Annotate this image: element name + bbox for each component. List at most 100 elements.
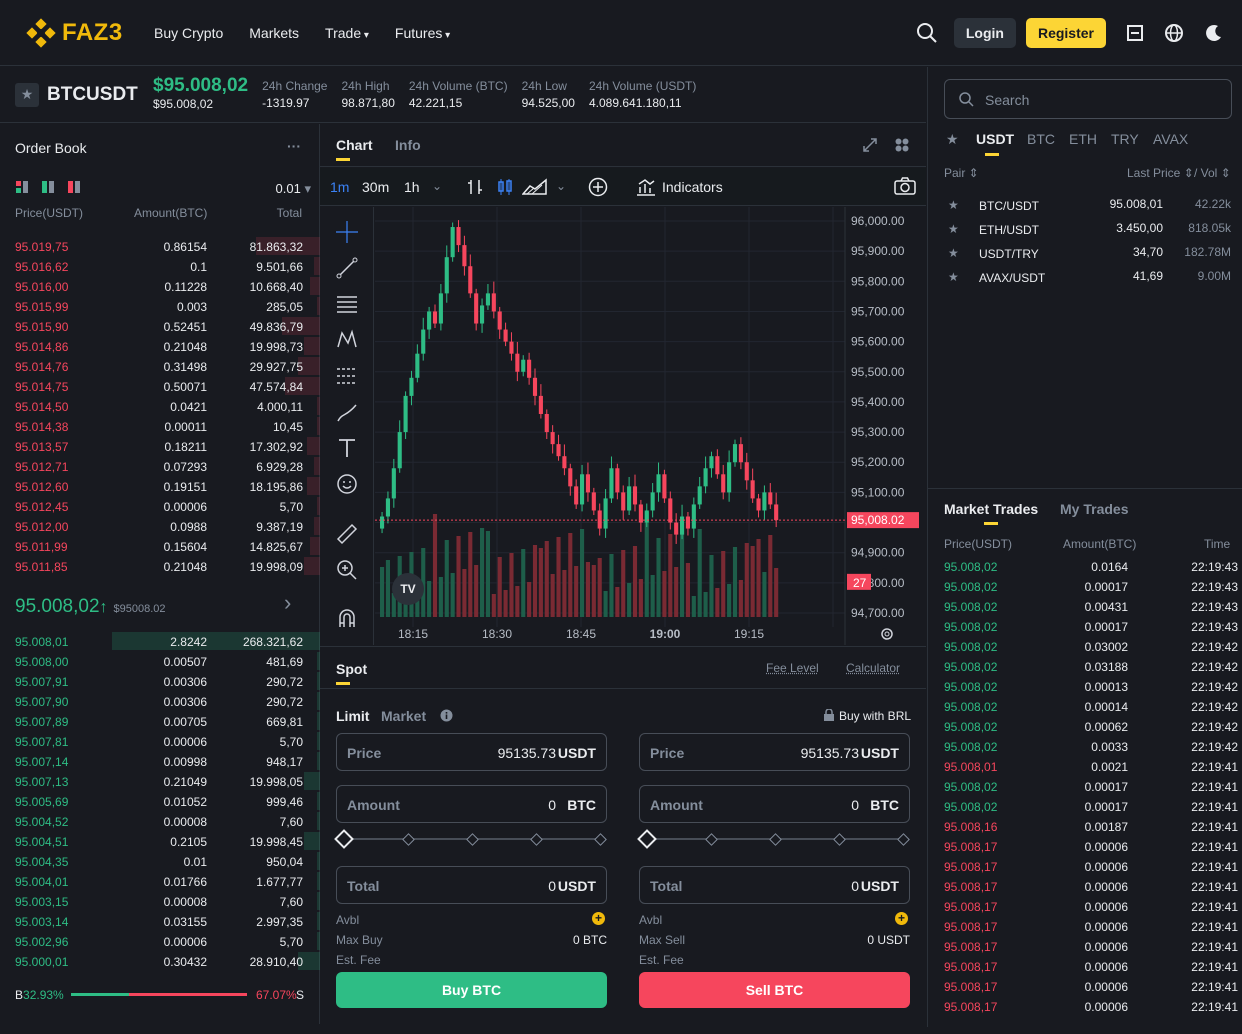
add-funds-icon[interactable]: +	[592, 912, 605, 925]
layout-icon[interactable]	[895, 138, 909, 152]
candle[interactable]	[738, 444, 743, 463]
order-book-row[interactable]: 95.014,75 0.50071 47.574,84	[0, 377, 320, 397]
market-tab-try[interactable]: TRY	[1111, 131, 1139, 147]
star-icon[interactable]: ★	[948, 246, 959, 260]
sell-price-input[interactable]: Price 95135.73 USDT	[639, 733, 910, 771]
market-col-last-price[interactable]: Last Price ⇕	[1127, 166, 1194, 180]
candle[interactable]	[685, 516, 690, 529]
order-book-row[interactable]: 95.012,00 0.0988 9.387,19	[0, 517, 320, 537]
favorites-star-icon[interactable]: ★	[946, 131, 959, 148]
emoji-icon[interactable]	[336, 473, 358, 495]
sell-amount-slider[interactable]	[637, 829, 910, 849]
order-book-row[interactable]: 95.008,00 0.00507 481,69	[0, 652, 320, 672]
order-book-row[interactable]: 95.004,01 0.01766 1.677,77	[0, 872, 320, 892]
book-bids-icon[interactable]	[42, 181, 54, 193]
candle[interactable]	[432, 311, 438, 324]
candle[interactable]	[591, 492, 596, 511]
order-book-row[interactable]: 95.003,15 0.00008 7,60	[0, 892, 320, 912]
sell-amount-input[interactable]: Amount 0 BTC	[639, 785, 910, 823]
order-book-row[interactable]: 95.007,14 0.00998 948,17	[0, 752, 320, 772]
candle[interactable]	[497, 311, 502, 330]
fib-icon[interactable]	[336, 365, 358, 387]
candle[interactable]	[697, 486, 702, 505]
candle[interactable]	[544, 413, 549, 433]
sell-total-input[interactable]: Total 0 USDT	[639, 866, 910, 904]
candle[interactable]	[656, 474, 661, 493]
candle[interactable]	[532, 377, 538, 396]
slider-step[interactable]	[401, 832, 415, 846]
horizontal-lines-icon[interactable]	[336, 293, 358, 315]
candle[interactable]	[715, 456, 720, 475]
order-book-row[interactable]: 95.007,89 0.00705 669,81	[0, 712, 320, 732]
style-chevron-icon[interactable]: ⌄	[556, 179, 566, 193]
candle[interactable]	[380, 516, 385, 529]
candle[interactable]	[562, 456, 567, 469]
interval-chevron-icon[interactable]: ⌄	[432, 179, 442, 193]
candle[interactable]	[727, 462, 732, 493]
precision-select[interactable]: 0.01 ▾	[276, 181, 311, 197]
expand-icon[interactable]	[863, 138, 877, 152]
candle[interactable]	[421, 329, 426, 354]
order-book-row[interactable]: 95.007,81 0.00006 5,70	[0, 732, 320, 752]
brand-logo[interactable]: FAZ3	[26, 17, 144, 48]
candle[interactable]	[721, 474, 726, 493]
order-book-row[interactable]: 95.014,76 0.31498 29.927,75	[0, 357, 320, 377]
star-icon[interactable]: ★	[948, 222, 959, 236]
text-icon[interactable]	[336, 437, 358, 459]
order-book-row[interactable]: 95.015,99 0.003 285,05	[0, 297, 320, 317]
order-book-row[interactable]: 95.012,45 0.00006 5,70	[0, 497, 320, 517]
candle[interactable]	[550, 432, 555, 445]
order-book-row[interactable]: 95.005,69 0.01052 999,46	[0, 792, 320, 812]
buy-price-input[interactable]: Price 95135.73 USDT	[336, 733, 607, 771]
candle[interactable]	[450, 227, 455, 258]
candle[interactable]	[568, 468, 573, 487]
candle[interactable]	[621, 492, 626, 511]
tradingview-logo[interactable]: TV	[392, 573, 424, 605]
area-style-icon[interactable]	[522, 178, 548, 196]
order-book-row[interactable]: 95.011,85 0.21048 19.998,09	[0, 557, 320, 577]
sell-button[interactable]: Sell BTC	[639, 972, 910, 1008]
bar-style-icon[interactable]	[466, 178, 484, 196]
camera-icon[interactable]	[894, 177, 916, 195]
search-icon[interactable]	[916, 22, 938, 44]
order-book-row[interactable]: 95.014,38 0.00011 10,45	[0, 417, 320, 437]
order-book-row[interactable]: 95.002,96 0.00006 5,70	[0, 932, 320, 952]
buy-total-input[interactable]: Total 0 USDT	[336, 866, 607, 904]
add-indicator-icon[interactable]	[588, 177, 608, 197]
market-col-vol[interactable]: / Vol ⇕	[1194, 166, 1231, 180]
candle[interactable]	[415, 353, 420, 378]
order-book-row[interactable]: 95.000,01 0.30432 28.910,40	[0, 952, 320, 972]
order-book-row[interactable]: 95.007,13 0.21049 19.998,05	[0, 772, 320, 792]
buy-amount-slider[interactable]	[334, 829, 607, 849]
interval-1h[interactable]: 1h	[404, 179, 420, 195]
nav-buy-crypto[interactable]: Buy Crypto	[154, 25, 223, 41]
candle[interactable]	[427, 311, 432, 330]
nav-trade[interactable]: Trade	[325, 25, 369, 41]
candle[interactable]	[491, 293, 496, 312]
candle[interactable]	[509, 341, 514, 354]
market-row[interactable]: ★ USDT/TRY 34,70 182.78M	[928, 243, 1242, 265]
globe-icon[interactable]	[1164, 23, 1184, 43]
candle[interactable]	[456, 227, 461, 246]
slider-step[interactable]	[832, 832, 846, 846]
candle[interactable]	[597, 510, 602, 529]
nav-futures[interactable]: Futures	[395, 25, 450, 41]
candle[interactable]	[438, 293, 443, 324]
register-button[interactable]: Register	[1025, 17, 1106, 48]
order-book-row[interactable]: 95.013,57 0.18211 17.302,92	[0, 437, 320, 457]
order-book-row[interactable]: 95.004,35 0.01 950,04	[0, 852, 320, 872]
favorite-star-icon[interactable]: ★	[15, 82, 39, 107]
candle[interactable]	[668, 498, 673, 523]
order-book-row[interactable]: 95.014,50 0.0421 4.000,11	[0, 397, 320, 417]
slider-step[interactable]	[768, 832, 782, 846]
candle[interactable]	[627, 486, 632, 511]
candle[interactable]	[691, 504, 696, 529]
order-book-row[interactable]: 95.014,86 0.21048 19.998,73	[0, 337, 320, 357]
candle[interactable]	[385, 498, 390, 517]
order-book-row[interactable]: 95.004,52 0.00008 7,60	[0, 812, 320, 832]
candle[interactable]	[732, 444, 738, 463]
candle[interactable]	[680, 516, 685, 535]
order-book-row[interactable]: 95.007,91 0.00306 290,72	[0, 672, 320, 692]
theme-toggle-icon[interactable]	[1204, 23, 1224, 43]
candle[interactable]	[585, 474, 590, 493]
